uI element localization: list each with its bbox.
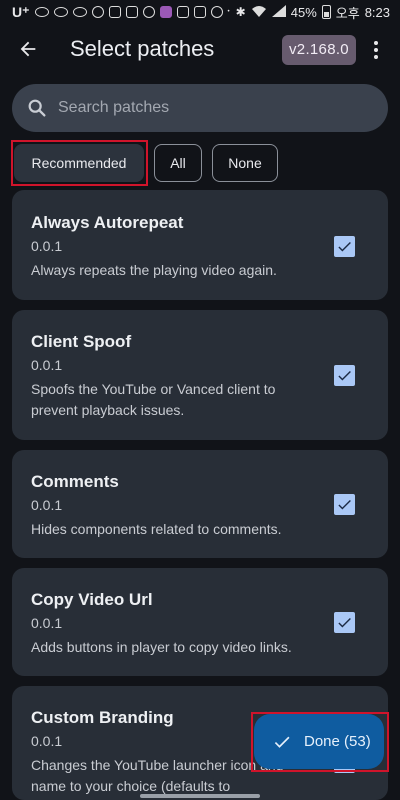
filter-none-chip[interactable]: None xyxy=(212,144,278,182)
patch-checkbox[interactable] xyxy=(334,494,355,515)
clock: 8:23 xyxy=(364,4,390,20)
done-button-label: Done (53) xyxy=(304,733,371,750)
patch-version: 0.0.1 xyxy=(31,615,63,631)
patch-name: Always Autorepeat xyxy=(31,213,184,232)
c-icon xyxy=(142,6,155,18)
mail-icon xyxy=(193,6,206,18)
patch-version: 0.0.1 xyxy=(31,238,63,254)
patch-name: Client Spoof xyxy=(31,332,132,351)
patch-card[interactable]: Copy Video Url 0.0.1 Adds buttons in pla… xyxy=(12,568,388,676)
wifi-icon xyxy=(251,5,267,20)
patch-version: 0.0.1 xyxy=(31,733,63,749)
app-bar: Select patches v2.168.0 xyxy=(0,24,400,76)
check-icon xyxy=(338,499,351,510)
bluetooth-icon: ✱ xyxy=(235,5,246,19)
filter-recommended-chip[interactable]: Recommended xyxy=(14,144,144,182)
check-icon xyxy=(272,732,292,752)
search-input[interactable] xyxy=(58,84,368,132)
done-button[interactable]: Done (53) xyxy=(254,714,384,769)
more-vert-icon xyxy=(374,41,378,45)
patch-description: Adds buttons in player to copy video lin… xyxy=(31,639,292,655)
filter-all-chip[interactable]: All xyxy=(154,144,202,182)
patch-checkbox[interactable] xyxy=(334,236,355,257)
check-icon xyxy=(338,241,351,252)
notification-icon xyxy=(91,6,104,18)
carrier-label: U⁺ xyxy=(12,3,30,20)
version-chip[interactable]: v2.168.0 xyxy=(282,35,356,65)
signal-icon xyxy=(271,4,286,20)
patch-description: Hides components related to comments. xyxy=(31,521,282,537)
app-icon xyxy=(159,6,172,18)
arrow-back-icon xyxy=(20,41,36,57)
patch-description: Always repeats the playing video again. xyxy=(31,262,277,278)
notification-icon xyxy=(72,7,87,17)
battery-label: 45% xyxy=(290,4,317,20)
patch-description: Spoofs the YouTube or Vanced client to p… xyxy=(31,381,276,418)
image-icon xyxy=(108,6,121,18)
check-icon xyxy=(338,370,351,381)
patch-card[interactable]: Always Autorepeat 0.0.1 Always repeats t… xyxy=(12,190,388,300)
home-indicator xyxy=(140,794,260,798)
patch-version: 0.0.1 xyxy=(31,497,63,513)
inbox-icon xyxy=(176,6,189,18)
keyhole-icon xyxy=(210,6,223,18)
patch-card[interactable]: Comments 0.0.1 Hides components related … xyxy=(12,450,388,558)
status-left: U⁺ • xyxy=(12,4,230,21)
search-bar[interactable] xyxy=(12,84,388,132)
status-right: ✱ 45% 오후 8:23 xyxy=(236,3,390,22)
check-icon xyxy=(338,617,351,628)
more-notifications-icon: • xyxy=(227,9,230,15)
patch-version: 0.0.1 xyxy=(31,357,63,373)
patch-checkbox[interactable] xyxy=(334,365,355,386)
patch-name: Comments xyxy=(31,472,119,491)
patch-name: Copy Video Url xyxy=(31,590,153,609)
page-title: Select patches xyxy=(70,36,215,61)
notification-icon xyxy=(53,7,68,17)
patch-checkbox[interactable] xyxy=(334,612,355,633)
image-icon xyxy=(125,6,138,18)
notification-icon xyxy=(34,7,49,17)
patch-name: Custom Branding xyxy=(31,708,174,727)
back-button[interactable] xyxy=(14,34,42,64)
battery-icon xyxy=(321,5,331,19)
more-options-button[interactable] xyxy=(366,36,386,64)
ampm-label: 오후 xyxy=(335,5,360,21)
patch-card[interactable]: Client Spoof 0.0.1 Spoofs the YouTube or… xyxy=(12,310,388,440)
status-bar: U⁺ • ✱ 45% 오후 8:23 xyxy=(0,0,400,24)
search-icon xyxy=(28,99,46,117)
